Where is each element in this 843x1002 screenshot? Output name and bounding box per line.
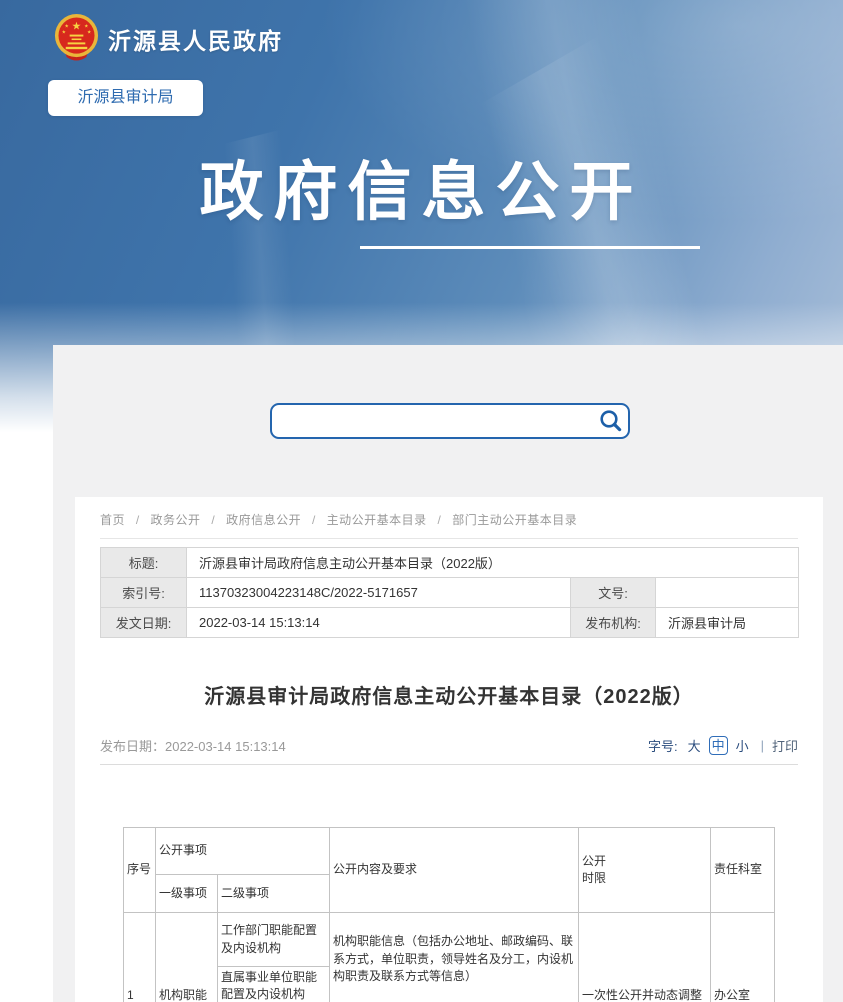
meta-date-value: 2022-03-14 15:13:14: [187, 608, 571, 638]
svg-text:★: ★: [72, 21, 82, 33]
catalog-table: 序号 公开事项 公开内容及要求 公开 时限 责任科室 一级事项 二级事项 1 机…: [123, 827, 775, 1002]
breadcrumb-separator: /: [438, 513, 442, 527]
site-name: 沂源县人民政府: [108, 22, 283, 56]
cell-dept: 办公室: [711, 913, 775, 1002]
breadcrumb-home[interactable]: 首页: [100, 513, 125, 527]
banner-title-underline: [360, 246, 700, 249]
controls-divider: |: [761, 738, 764, 753]
cell-level1: 机构职能: [155, 913, 217, 1002]
breadcrumb: 首页 / 政务公开 / 政府信息公开 / 主动公开基本目录 / 部门主动公开基本…: [100, 497, 798, 528]
font-size-controls: 字号: 大 中 小 | 打印: [648, 736, 798, 755]
meta-title-value: 沂源县审计局政府信息主动公开基本目录（2022版）: [187, 548, 799, 578]
search-box: [270, 403, 630, 439]
banner-page-title: 政府信息公开: [0, 156, 843, 230]
header-public-items: 公开事项: [155, 828, 329, 875]
header-level1-item: 一级事项: [155, 875, 217, 913]
document-meta-table: 标题: 沂源县审计局政府信息主动公开基本目录（2022版） 索引号: 11370…: [100, 547, 799, 638]
breadcrumb-item[interactable]: 政府信息公开: [226, 513, 301, 527]
cell-level2: 直属事业单位职能配置及内设机构: [217, 967, 329, 1002]
meta-docno-value: [656, 578, 799, 608]
breadcrumb-item[interactable]: 主动公开基本目录: [327, 513, 427, 527]
breadcrumb-separator: /: [136, 513, 140, 527]
cell-serial-no: 1: [123, 913, 155, 1002]
dept-button[interactable]: 沂源县审计局: [48, 80, 203, 116]
meta-index-value: 11370323004223148C/2022-5171657: [187, 578, 571, 608]
main-panel: 首页 / 政务公开 / 政府信息公开 / 主动公开基本目录 / 部门主动公开基本…: [53, 345, 843, 1002]
meta-row-index: 索引号: 11370323004223148C/2022-5171657 文号:: [101, 578, 799, 608]
catalog-data-row: 1 机构职能 工作部门职能配置及内设机构 机构职能信息（包括办公地址、邮政编码、…: [123, 913, 774, 967]
font-size-small-button[interactable]: 小: [736, 736, 749, 755]
meta-row-date: 发文日期: 2022-03-14 15:13:14 发布机构: 沂源县审计局: [101, 608, 799, 638]
article-card: 首页 / 政务公开 / 政府信息公开 / 主动公开基本目录 / 部门主动公开基本…: [75, 497, 823, 1002]
meta-index-label: 索引号:: [101, 578, 187, 608]
svg-text:★: ★: [65, 24, 70, 30]
publish-date-label: 发布日期：: [100, 739, 165, 754]
page: ★ ★ ★ ★ ★ 沂源县人民政府 沂源县审计局 政府信息公开: [0, 0, 843, 1002]
breadcrumb-divider: [100, 538, 798, 539]
svg-text:★: ★: [62, 30, 67, 36]
meta-title-label: 标题:: [101, 548, 187, 578]
publish-date-value: 2022-03-14 15:13:14: [165, 739, 286, 754]
catalog-header-row-1: 序号 公开事项 公开内容及要求 公开 时限 责任科室: [123, 828, 774, 875]
search-icon: [598, 408, 624, 434]
cell-level2: 工作部门职能配置及内设机构: [217, 913, 329, 967]
breadcrumb-current: 部门主动公开基本目录: [452, 513, 577, 527]
site-logo-link[interactable]: ★ ★ ★ ★ ★ 沂源县人民政府: [53, 13, 283, 64]
search-input[interactable]: [272, 405, 594, 437]
publish-row: 发布日期：2022-03-14 15:13:14 字号: 大 中 小 | 打印: [100, 736, 798, 755]
header-level2-item: 二级事项: [217, 875, 329, 913]
meta-org-value: 沂源县审计局: [656, 608, 799, 638]
print-button[interactable]: 打印: [772, 736, 798, 755]
cell-content: 机构职能信息（包括办公地址、邮政编码、联系方式，单位职责，领导姓名及分工，内设机…: [330, 913, 579, 1002]
breadcrumb-item[interactable]: 政务公开: [151, 513, 201, 527]
header-content-requirements: 公开内容及要求: [330, 828, 579, 913]
header-responsible-dept: 责任科室: [711, 828, 775, 913]
national-emblem-icon: ★ ★ ★ ★ ★: [53, 13, 100, 64]
cell-time-limit: 一次性公开并动态调整: [579, 913, 711, 1002]
font-size-label: 字号:: [648, 736, 678, 755]
meta-org-label: 发布机构:: [571, 608, 656, 638]
font-size-large-button[interactable]: 大: [688, 736, 701, 755]
breadcrumb-separator: /: [211, 513, 215, 527]
header-serial-no: 序号: [123, 828, 155, 913]
svg-text:★: ★: [84, 24, 89, 30]
publish-divider: [100, 764, 798, 765]
publish-date: 发布日期：2022-03-14 15:13:14: [100, 736, 286, 755]
header-time-limit: 公开 时限: [579, 828, 711, 913]
meta-docno-label: 文号:: [571, 578, 656, 608]
meta-date-label: 发文日期:: [101, 608, 187, 638]
search-button[interactable]: [594, 405, 628, 437]
svg-text:★: ★: [87, 30, 92, 36]
breadcrumb-separator: /: [312, 513, 316, 527]
article-title: 沂源县审计局政府信息主动公开基本目录（2022版）: [100, 680, 798, 709]
meta-row-title: 标题: 沂源县审计局政府信息主动公开基本目录（2022版）: [101, 548, 799, 578]
font-size-medium-button[interactable]: 中: [709, 736, 728, 755]
